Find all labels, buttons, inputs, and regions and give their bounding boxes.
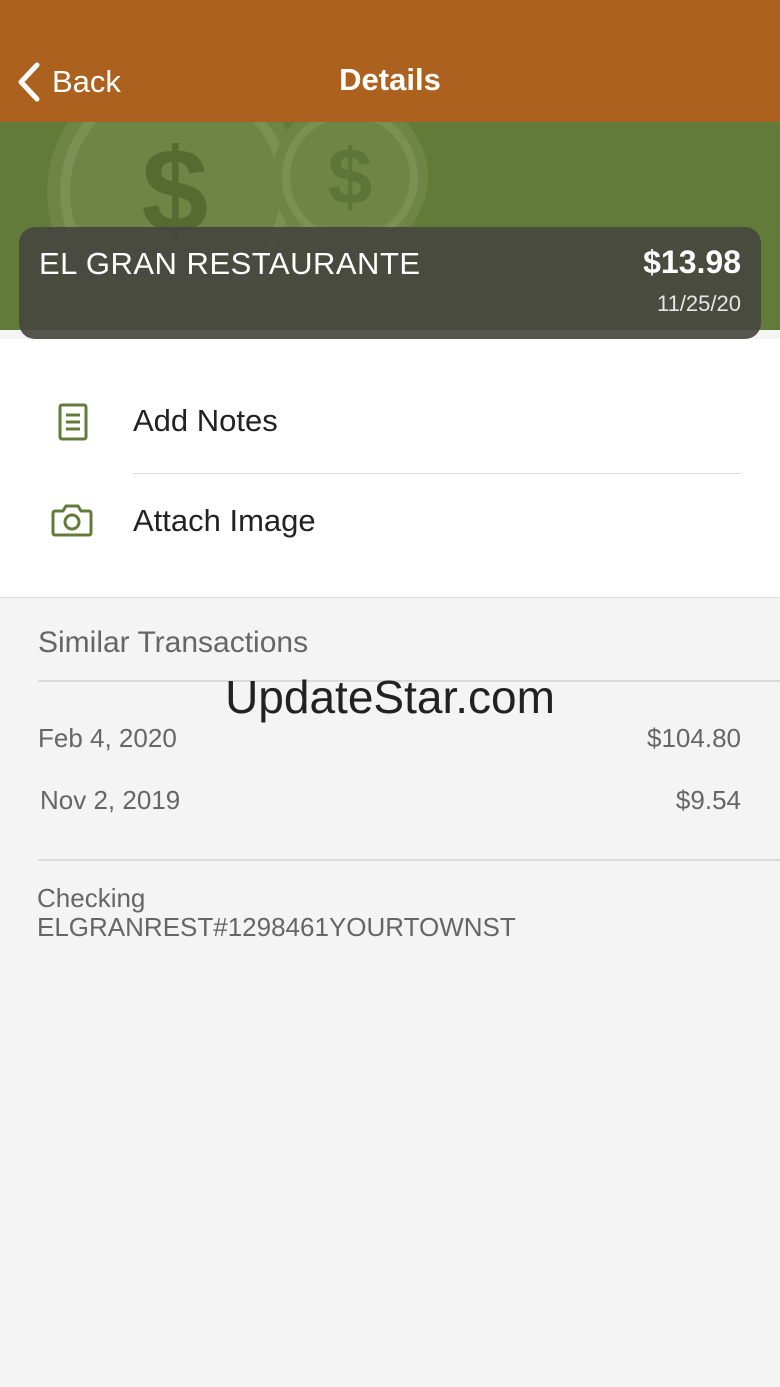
actions-panel: Add Notes Attach Image [0, 339, 780, 598]
account-description: ELGRANREST#1298461YOURTOWNST [37, 912, 516, 942]
transaction-amount: $13.98 [643, 244, 741, 280]
similar-transaction-amount: $9.54 [675, 785, 741, 815]
similar-transaction-date: Nov 2, 2019 [40, 785, 181, 815]
merchant-name: EL GRAN RESTAURANTE [39, 246, 421, 281]
attach-image-button[interactable]: Attach Image [0, 471, 780, 571]
svg-text:$: $ [328, 132, 373, 221]
divider [38, 859, 780, 861]
divider [38, 680, 780, 682]
notes-icon [58, 403, 88, 441]
account-type: Checking [37, 883, 146, 913]
transaction-summary-card: EL GRAN RESTAURANTE $13.98 11/25/20 [19, 227, 761, 339]
similar-transactions-title: Similar Transactions [38, 626, 309, 659]
page-title: Details [339, 62, 441, 97]
add-notes-label: Add Notes [133, 403, 278, 438]
attach-image-label: Attach Image [133, 503, 316, 538]
transaction-date: 11/25/20 [656, 291, 741, 316]
account-info: Checking ELGRANREST#1298461YOURTOWNST [37, 884, 516, 942]
similar-transaction-amount: $104.80 [647, 723, 741, 753]
camera-icon [51, 504, 93, 537]
similar-transaction-row[interactable]: Feb 4, 2020 $104.80 [38, 723, 741, 754]
add-notes-button[interactable]: Add Notes [0, 371, 780, 471]
similar-transaction-date: Feb 4, 2020 [38, 723, 177, 753]
watermark-text: UpdateStar.com [225, 671, 555, 723]
navigation-bar: Back Details [0, 0, 780, 122]
similar-transaction-row[interactable]: Nov 2, 2019 $9.54 [40, 785, 741, 816]
